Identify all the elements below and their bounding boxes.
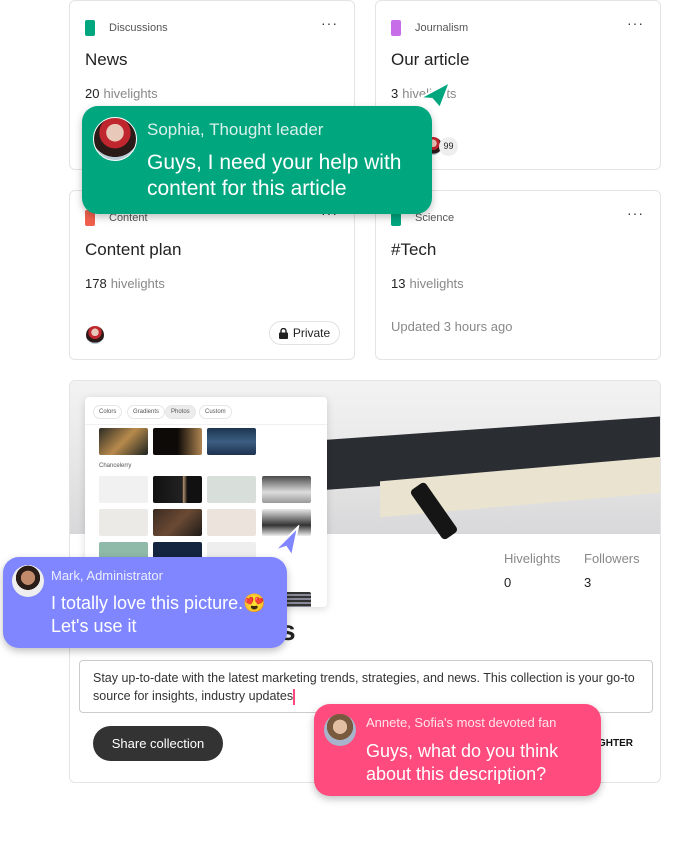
stat-hivelights: Hivelights 0	[504, 551, 560, 590]
author-name: Annete, Sofia's most devoted fan	[366, 715, 557, 730]
lock-icon	[278, 327, 288, 339]
message-text: I totally love this picture.😍 Let's use …	[51, 593, 266, 636]
tab-colors[interactable]: Colors	[93, 405, 123, 419]
share-collection-button[interactable]: Share collection	[93, 726, 223, 761]
author-name: Mark, Administrator	[51, 568, 163, 583]
partial-label: GHTER	[598, 738, 633, 749]
tab-photos[interactable]: Photos	[165, 405, 196, 419]
more-options-icon[interactable]: ···	[321, 15, 338, 31]
photo-thumb[interactable]	[207, 476, 256, 503]
description-text: Stay up-to-date with the latest marketin…	[93, 671, 635, 703]
cursor-arrow-icon	[273, 525, 300, 559]
photo-thumb[interactable]	[207, 509, 256, 536]
photo-thumb[interactable]	[262, 476, 311, 503]
divider	[85, 424, 327, 425]
stat-value: 0	[504, 575, 512, 590]
stat-label: Followers	[584, 551, 640, 566]
more-options-icon[interactable]: ···	[627, 15, 644, 31]
chat-bubble-mark: Mark, Administrator I totally love this …	[3, 557, 287, 648]
category-label: Discussions	[109, 22, 168, 34]
photo-thumb[interactable]	[99, 509, 148, 536]
collection-card-content-plan[interactable]: Content ··· Content plan 178hivelights P…	[69, 190, 355, 360]
hivelights-count: 178 hivelights	[85, 276, 165, 291]
photo-thumb[interactable]	[153, 509, 202, 536]
photo-thumb[interactable]	[153, 428, 202, 455]
card-title: News	[85, 50, 128, 69]
tab-gradients[interactable]: Gradients	[127, 405, 166, 419]
member-count-badge: 99	[439, 137, 458, 156]
more-options-icon[interactable]: ···	[627, 205, 644, 221]
avatar	[324, 714, 356, 746]
message-text: Guys, I need your help with content for …	[147, 151, 402, 201]
section-label: Chancelerry	[99, 463, 132, 469]
category-label: Journalism	[415, 22, 469, 34]
member-avatar	[86, 326, 104, 344]
avatar	[12, 565, 44, 597]
chat-bubble-annete: Annete, Sofia's most devoted fan Guys, w…	[314, 704, 601, 796]
photo-thumb[interactable]	[153, 476, 202, 503]
collection-card-tech[interactable]: Science ··· #Tech 13 hivelights Updated 3…	[375, 190, 661, 360]
category-tag: Discussions	[85, 20, 168, 36]
tab-custom[interactable]: Custom	[199, 405, 232, 419]
card-title: Content plan	[85, 240, 182, 259]
category-tag: Journalism	[391, 20, 468, 36]
card-title: Our article	[391, 50, 470, 69]
stat-followers: Followers 3	[584, 551, 640, 590]
stat-label: Hivelights	[504, 551, 561, 566]
message-text: Guys, what do you think about this descr…	[366, 741, 559, 784]
card-title: #Tech	[391, 240, 437, 259]
chat-bubble-sophia: Sophia, Thought leader Guys, I need your…	[82, 106, 432, 214]
photo-thumb[interactable]	[99, 428, 148, 455]
updated-text: Updated 3 hours ago	[391, 319, 513, 334]
hivelights-count: 13 hivelights	[391, 276, 464, 291]
category-label: Science	[415, 212, 455, 224]
text-cursor	[293, 688, 295, 705]
hivelights-count: 20 hivelights	[85, 86, 158, 101]
private-badge[interactable]: Private	[269, 321, 340, 345]
private-label: Private	[292, 326, 331, 340]
cursor-arrow-icon	[418, 80, 452, 110]
author-name: Sophia, Thought leader	[147, 120, 324, 139]
stat-value: 3	[584, 575, 592, 590]
avatar	[93, 117, 137, 161]
photo-thumb[interactable]	[207, 428, 256, 455]
photo-thumb[interactable]	[99, 476, 148, 503]
